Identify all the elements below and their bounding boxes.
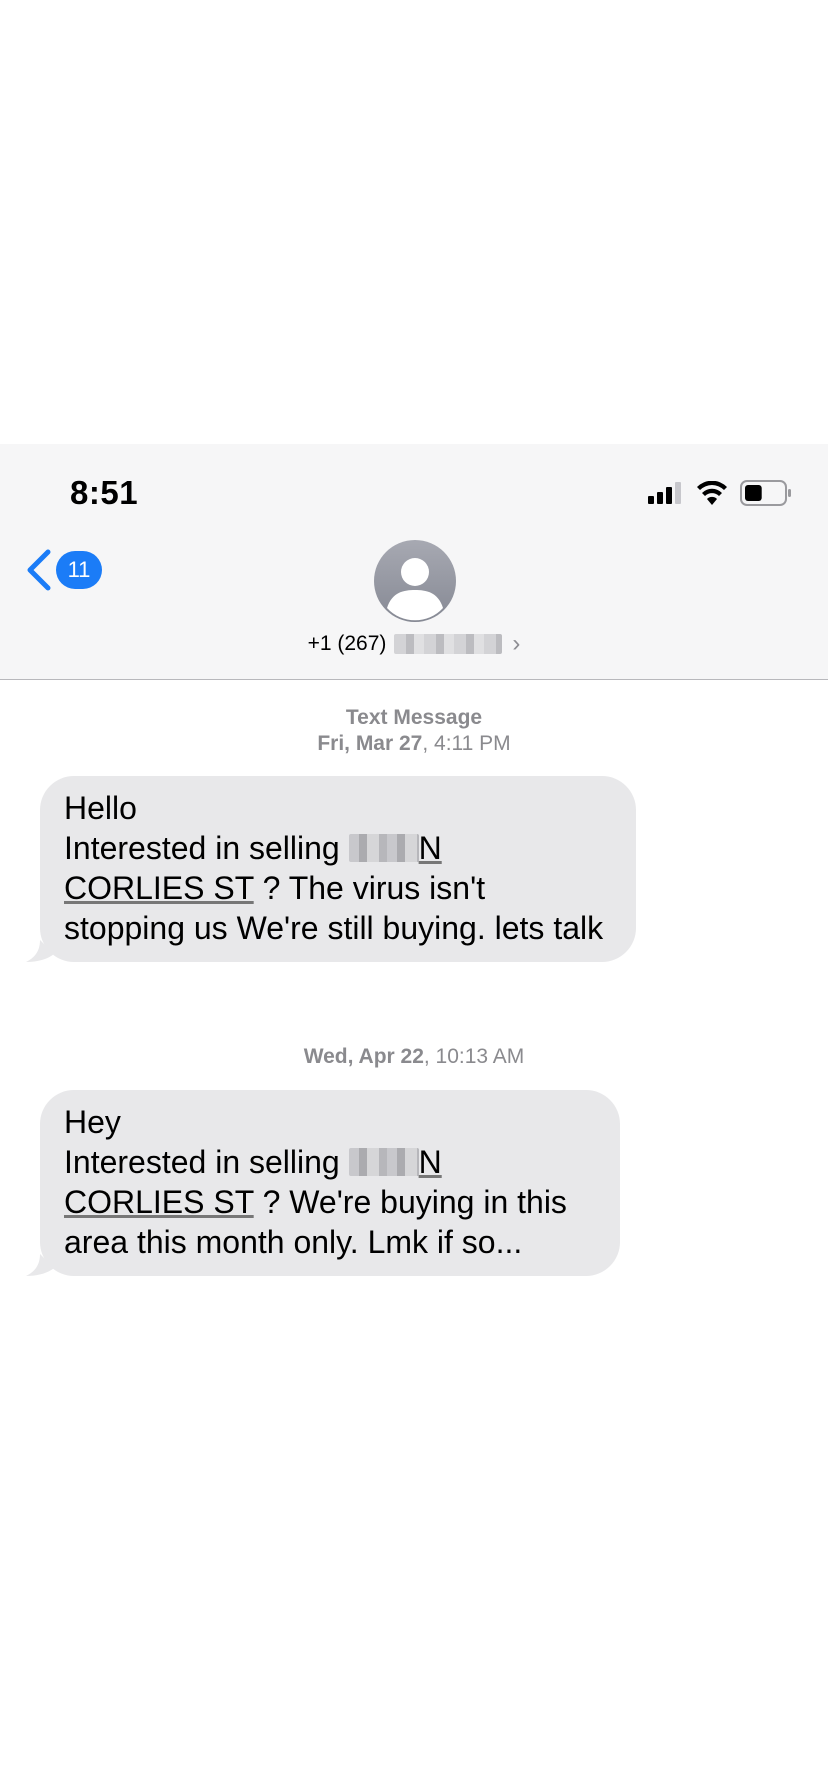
message-body: Interested in selling N CORLIES ST ? We'r…: [64, 1144, 567, 1260]
bubble-tail: [26, 1254, 54, 1276]
redacted-house-number: [348, 834, 419, 862]
bubble-tail: [26, 940, 54, 962]
contact-avatar[interactable]: [374, 540, 456, 622]
unread-count-badge: 11: [56, 551, 102, 589]
back-button[interactable]: 11: [24, 548, 102, 592]
conversation-header: 8:51 11 +1 (267) ›: [0, 444, 828, 680]
message-greeting: Hello: [64, 790, 137, 826]
message-timestamp: Wed, Apr 22, 10:13 AM: [303, 1045, 525, 1068]
wifi-icon: [697, 481, 727, 505]
message-body: Interested in selling N CORLIES ST ? The …: [64, 830, 604, 946]
cellular-signal-icon: [648, 482, 681, 504]
blank-area: [0, 0, 828, 444]
status-time: 8:51: [70, 474, 139, 511]
redacted-house-number: [348, 1148, 419, 1176]
chevron-right-icon: ›: [512, 630, 521, 657]
message-timestamp: Fri, Mar 27, 4:11 PM: [317, 732, 511, 755]
service-label: Text Message: [345, 706, 483, 729]
redacted-phone-digits: [394, 634, 503, 654]
message-greeting: Hey: [64, 1104, 121, 1140]
battery-icon: [740, 480, 791, 506]
person-icon: [387, 558, 443, 621]
received-message-bubble[interactable]: Hey Interested in selling N CORLIES ST ? …: [26, 1090, 620, 1276]
contact-info-button[interactable]: +1 (267) ›: [0, 630, 828, 658]
status-icons: [648, 480, 792, 506]
contact-phone: +1 (267): [307, 632, 387, 655]
received-message-bubble[interactable]: Hello Interested in selling N CORLIES ST …: [26, 776, 636, 962]
chevron-left-icon: [27, 549, 51, 591]
